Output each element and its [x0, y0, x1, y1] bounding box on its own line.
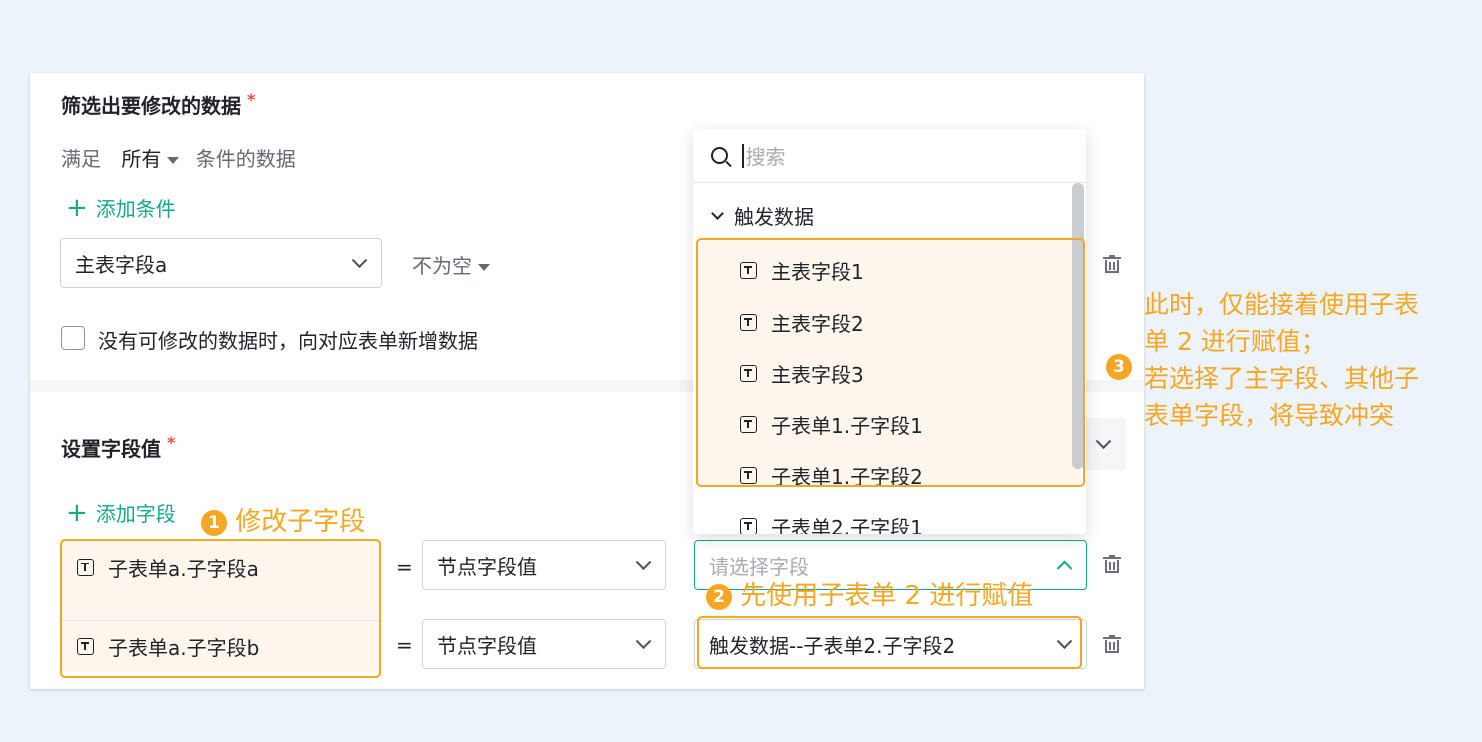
search-placeholder: 搜索: [745, 145, 786, 169]
add-new-data-checkbox[interactable]: [61, 326, 85, 350]
plus-icon: +: [66, 498, 88, 528]
search-icon: [711, 147, 728, 164]
annotation-badge-3: 3: [1106, 354, 1132, 380]
set-section-title: 设置字段值 *: [61, 433, 175, 462]
chevron-down-icon: [711, 207, 724, 220]
delete-condition-trash-icon[interactable]: [1103, 255, 1121, 273]
annotation-badge: 1: [201, 509, 227, 536]
annotation-badge: 2: [706, 583, 732, 610]
annotation-line: 表单字段，将导致冲突: [1144, 401, 1395, 430]
value-type-value: 节点字段值: [437, 633, 537, 658]
annotation-box-1: [60, 539, 381, 678]
caret-down-icon: [167, 157, 180, 164]
annotation-2: 2 先使用子表单 2 进行赋值: [706, 575, 1033, 612]
value-type-select[interactable]: 节点字段值: [422, 540, 666, 590]
set-title-text: 设置字段值: [61, 437, 161, 461]
item-label: 子表单2.子字段1: [771, 516, 923, 534]
condition-operator-select[interactable]: 不为空: [412, 250, 490, 279]
condition-mode-row: 满足 所有 条件的数据: [61, 143, 296, 172]
delete-row-trash-icon[interactable]: [1103, 635, 1121, 653]
condition-field-value: 主表字段a: [75, 252, 168, 277]
group-label: 触发数据: [734, 205, 814, 229]
required-mark: *: [167, 433, 176, 452]
delete-row-trash-icon[interactable]: [1103, 555, 1121, 573]
condition-mode-value: 所有: [121, 147, 162, 171]
annotation-box-3: [696, 238, 1085, 487]
chevron-down-icon: [635, 554, 652, 571]
annotation-text: 先使用子表单 2 进行赋值: [740, 581, 1034, 611]
equals-sign: =: [396, 555, 413, 579]
annotation-line: 此时，仅能接着使用子表: [1144, 290, 1420, 319]
equals-sign: =: [396, 633, 413, 657]
add-condition-button[interactable]: + 添加条件: [66, 193, 176, 222]
annotation-3-text: 此时，仅能接着使用子表 单 2 进行赋值； 若选择了主字段、其他子 表单字段，将…: [1144, 286, 1482, 434]
plus-icon: +: [66, 193, 88, 223]
chevron-up-icon: [1056, 560, 1073, 577]
value-type-value: 节点字段值: [437, 554, 537, 579]
add-field-button[interactable]: + 添加字段: [66, 498, 176, 527]
caret-down-icon: [478, 264, 490, 271]
annotation-text: 修改子字段: [235, 507, 366, 537]
text-caret: [742, 143, 744, 168]
chevron-down-icon: [351, 252, 368, 269]
checkbox-label: 没有可修改的数据时，向对应表单新增数据: [98, 329, 478, 353]
chevron-down-icon: [635, 633, 652, 650]
add-condition-label: 添加条件: [95, 197, 176, 221]
condition-prefix: 满足: [61, 147, 101, 171]
condition-mode-select[interactable]: 所有: [121, 147, 180, 171]
condition-operator-value: 不为空: [412, 254, 472, 278]
filter-section-title: 筛选出要修改的数据 *: [61, 90, 255, 119]
hidden-select-edge[interactable]: [1080, 418, 1126, 470]
annotation-line: 单 2 进行赋值；: [1144, 327, 1326, 356]
dropdown-search[interactable]: 搜索: [693, 129, 1086, 183]
annotation-line: 若选择了主字段、其他子: [1144, 364, 1420, 393]
annotation-1: 1 修改子字段: [201, 501, 365, 538]
add-field-label: 添加字段: [95, 502, 176, 526]
annotation-box-2: [697, 616, 1082, 669]
dropdown-group-header[interactable]: 触发数据: [711, 201, 814, 230]
dropdown-item[interactable]: 子表单2.子字段1: [740, 512, 923, 534]
text-field-icon: [740, 518, 757, 534]
filter-title-text: 筛选出要修改的数据: [61, 94, 241, 118]
required-mark: *: [247, 90, 256, 109]
chevron-down-icon: [1095, 433, 1112, 450]
condition-field-select[interactable]: 主表字段a: [60, 238, 382, 288]
value-type-select[interactable]: 节点字段值: [422, 619, 666, 669]
condition-suffix: 条件的数据: [195, 147, 296, 171]
